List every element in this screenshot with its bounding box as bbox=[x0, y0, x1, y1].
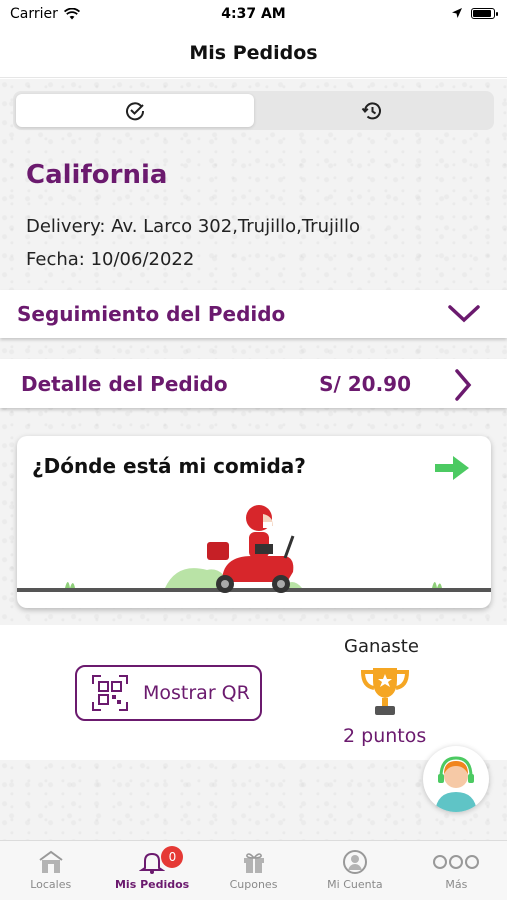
store-name: California bbox=[26, 160, 168, 190]
arrow-right-icon bbox=[435, 456, 469, 480]
order-detail-row[interactable]: Detalle del Pedido S/ 20.90 bbox=[0, 359, 507, 408]
history-icon bbox=[361, 101, 382, 119]
tab-mi-cuenta[interactable]: Mi Cuenta bbox=[304, 841, 405, 900]
points-earned: 2 puntos bbox=[343, 725, 427, 747]
support-agent-icon bbox=[435, 756, 477, 812]
tab-order-history[interactable] bbox=[254, 94, 492, 127]
status-bar: Carrier 4:37 AM bbox=[0, 0, 507, 30]
tab-locales-label: Locales bbox=[30, 878, 72, 891]
check-circle-icon bbox=[125, 101, 144, 120]
show-qr-label: Mostrar QR bbox=[143, 682, 250, 704]
tab-mas-label: Más bbox=[445, 878, 468, 891]
chevron-right-icon bbox=[455, 369, 472, 401]
show-qr-button[interactable]: Mostrar QR bbox=[75, 665, 262, 721]
order-date: Fecha: 10/06/2022 bbox=[26, 249, 195, 270]
delivery-address: Delivery: Av. Larco 302,Trujillo,Trujill… bbox=[26, 216, 360, 237]
tab-locales[interactable]: Locales bbox=[0, 841, 101, 900]
user-icon bbox=[342, 850, 367, 874]
tab-mi-cuenta-label: Mi Cuenta bbox=[327, 878, 383, 891]
status-time: 4:37 AM bbox=[221, 6, 286, 22]
support-chat-button[interactable] bbox=[423, 746, 489, 812]
more-icon bbox=[433, 855, 480, 869]
tab-cupones[interactable]: Cupones bbox=[203, 841, 304, 900]
detail-label: Detalle del Pedido bbox=[21, 371, 228, 396]
tab-mis-pedidos[interactable]: 0 Mis Pedidos bbox=[101, 841, 202, 900]
tab-cupones-label: Cupones bbox=[229, 878, 278, 891]
order-total: S/ 20.90 bbox=[319, 371, 411, 396]
store-icon bbox=[39, 850, 63, 873]
location-arrow-icon bbox=[452, 8, 462, 18]
chevron-down-icon bbox=[448, 305, 480, 323]
won-label: Ganaste bbox=[344, 636, 419, 657]
battery-icon bbox=[471, 7, 498, 19]
tab-mas[interactable]: Más bbox=[406, 841, 507, 900]
gift-icon bbox=[243, 853, 264, 873]
tracking-label: Seguimiento del Pedido bbox=[17, 302, 286, 326]
trophy-icon bbox=[360, 668, 410, 715]
order-tracking-row[interactable]: Seguimiento del Pedido bbox=[0, 290, 507, 338]
delivery-scooter-illustration bbox=[17, 505, 491, 593]
notification-badge: 0 bbox=[161, 846, 184, 868]
food-card-title: ¿Dónde está mi comida? bbox=[32, 454, 306, 478]
qr-code-icon bbox=[92, 675, 128, 711]
tab-active-orders[interactable] bbox=[16, 94, 254, 127]
bottom-tab-bar: Locales 0 Mis Pedidos Cupones Mi Cuenta bbox=[0, 840, 507, 900]
page-title: Mis Pedidos bbox=[0, 30, 507, 78]
orders-segmented-control bbox=[13, 91, 494, 130]
where-is-my-food-card[interactable]: ¿Dónde está mi comida? bbox=[17, 436, 491, 608]
tab-mis-pedidos-label: Mis Pedidos bbox=[114, 878, 190, 891]
